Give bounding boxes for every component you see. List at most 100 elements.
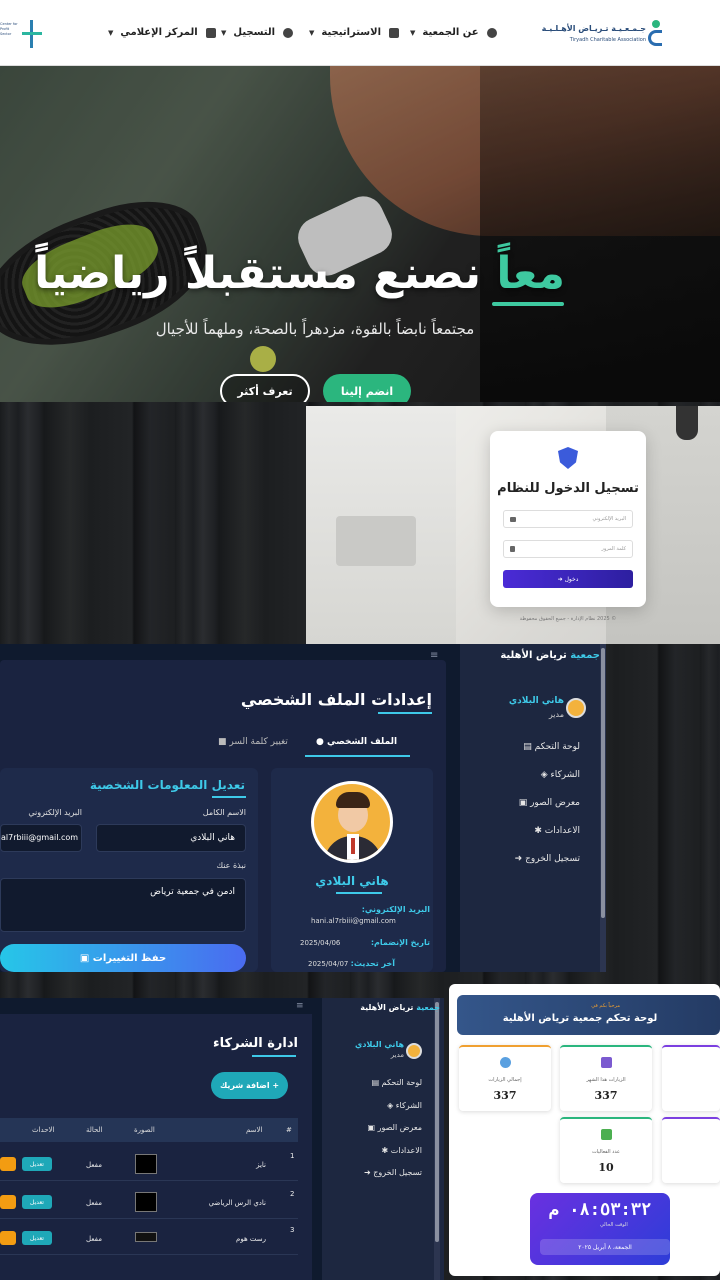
sidebar-item-label: لوحة التحكم: [534, 742, 580, 752]
sidebar-item-partners[interactable]: الشركاء ◈: [330, 1101, 422, 1110]
menu-toggle-icon[interactable]: ≡: [296, 1001, 304, 1011]
gear-icon: ✱: [381, 1146, 389, 1155]
password-field[interactable]: كلمة المرور: [503, 540, 633, 558]
sidebar-brand-rest: ترياض الأهلية: [360, 1003, 414, 1012]
hero-subtitle: مجتمعاً نابضاً بالقوة، مزدهراً بالصحة، و…: [155, 320, 475, 338]
partners-sidebar-avatar: [406, 1043, 422, 1059]
hero-title-rest: نصنع مستقبلاً رياضياً: [34, 248, 482, 299]
sidebar-brand-rest: ترياض الأهلية: [500, 650, 567, 661]
user-plus-icon: [283, 27, 294, 38]
edit-info-card: [0, 768, 258, 972]
edit-button[interactable]: تعديل: [22, 1231, 52, 1245]
stat-card-partial: [662, 1117, 720, 1183]
nav-register[interactable]: ▼ التسجيل: [221, 27, 294, 38]
menu-toggle-icon[interactable]: ≡: [430, 650, 438, 661]
nav-media[interactable]: ▼ المركز الإعلامي: [108, 27, 216, 38]
clock-date: الجمعة، ٨ أبريل ٢٠٢٥: [540, 1239, 670, 1255]
handshake-icon: ◈: [387, 1101, 394, 1110]
login-button-label: دخول: [564, 575, 579, 583]
sidebar-item-label: الشركاء: [395, 1101, 422, 1110]
email-field-label: البريد الإلكتروني: [28, 808, 82, 817]
sidebar-item-dashboard[interactable]: لوحة التحكم ▤: [330, 1078, 422, 1087]
profile-avatar: [311, 781, 393, 863]
row-num: 2: [290, 1190, 295, 1198]
stat-label: عدد الفعاليات: [591, 1149, 621, 1155]
sign-out-icon: ➜: [363, 1168, 371, 1177]
partners-sidebar-user-role: مدير: [390, 1051, 404, 1059]
email-input[interactable]: al7rbiii@gmail.com: [0, 824, 82, 852]
sidebar-item-label: الاعدادات: [390, 1146, 422, 1155]
edit-button[interactable]: تعديل: [22, 1157, 52, 1171]
row-name: رست هوم: [236, 1235, 266, 1243]
login-footer: © 2025 نظام الإدارة - جميع الحقوق محفوظة: [519, 616, 617, 622]
sidebar-item-label: الاعدادات: [544, 826, 580, 836]
sidebar-item-settings[interactable]: الاعدادات ✱: [470, 826, 580, 836]
fullname-input[interactable]: هاني البلادي: [96, 824, 246, 852]
tab-password[interactable]: تغيير كلمة السر ■: [218, 737, 288, 747]
partner-logo: [135, 1154, 157, 1174]
nav-media-label: المركز الإعلامي: [120, 27, 198, 38]
tab-profile[interactable]: الملف الشخصي ●: [316, 737, 397, 747]
save-button-label: حفظ التغييرات: [92, 952, 167, 964]
bio-textarea[interactable]: ادمن في جمعية ترياض: [0, 878, 246, 932]
lock-icon: ■: [218, 737, 227, 747]
page-title: إعدادات الملف الشخصي: [240, 690, 432, 709]
nav-strategy-label: الاستراتيجية: [321, 27, 382, 38]
images-icon: ▣: [518, 798, 528, 808]
hero-title-accent: معاً: [496, 248, 565, 299]
tab-password-label: تغيير كلمة السر: [229, 737, 288, 747]
stat-monthly-visits: الزيارات هذا الشهر 337: [560, 1045, 652, 1111]
sidebar-item-logout[interactable]: تسجيل الخروج ➜: [470, 854, 580, 864]
chart-icon: [601, 1057, 612, 1068]
floppy-icon: ▣: [79, 952, 90, 964]
partners-sidebar-brand: جمعية ترياض الأهلية: [330, 1003, 440, 1012]
stat-value: 337: [594, 1089, 618, 1102]
stat-card-partial: [662, 1045, 720, 1111]
email-field[interactable]: البريد الإلكتروني: [503, 510, 633, 528]
sidebar-item-partners[interactable]: الشركاء ◈: [470, 770, 580, 780]
col-name: الاسم: [246, 1126, 263, 1134]
sidebar-item-gallery[interactable]: معرض الصور ▣: [330, 1123, 422, 1132]
joined-value: 2025/04/06: [300, 939, 341, 947]
hero-overlay: [0, 66, 720, 402]
profile-email-label: البريد الإلكتروني:: [361, 905, 430, 914]
clock-time: ٠٨:٥٣:٣٢ م: [548, 1200, 652, 1220]
nav-strategy[interactable]: ▼ الاستراتيجية: [309, 27, 400, 38]
add-partner-button[interactable]: + اضافة شريك: [211, 1072, 288, 1099]
sidebar-item-dashboard[interactable]: لوحة التحكم ▤: [470, 742, 580, 752]
nav-about[interactable]: ▼ عن الجمعية: [410, 27, 497, 38]
login-title: تسجيل الدخول للنظام: [497, 481, 639, 496]
edit-button[interactable]: تعديل: [22, 1195, 52, 1209]
updated-value: 2025/04/07: [308, 960, 349, 968]
sidebar-scrollbar[interactable]: [600, 644, 606, 972]
sofa-shape: [336, 516, 416, 566]
info-icon: [486, 27, 497, 38]
globe-icon: [500, 1057, 511, 1068]
table-row: 1 نايز مفعل تعديل: [0, 1148, 298, 1181]
password-placeholder: كلمة المرور: [601, 546, 626, 552]
sidebar-item-label: معرض الصور: [530, 798, 580, 808]
delete-button[interactable]: [0, 1195, 16, 1209]
sidebar-item-settings[interactable]: الاعدادات ✱: [330, 1146, 422, 1155]
user-circle-icon: ●: [316, 737, 324, 747]
sidebar-item-logout[interactable]: تسجيل الخروج ➜: [330, 1168, 422, 1177]
learn-more-button[interactable]: تعرف أكثر: [220, 374, 310, 402]
stat-label: إجمالي الزيارات: [488, 1077, 522, 1083]
partners-scrollbar[interactable]: [434, 998, 440, 1280]
partners-title-underline: [252, 1055, 296, 1057]
delete-button[interactable]: [0, 1157, 16, 1171]
top-navbar: جـمـعـيـة تـريـاض الأهـلـيـة Tiryadh Cha…: [0, 0, 720, 66]
tab-profile-label: الملف الشخصي: [327, 737, 398, 747]
sidebar-item-gallery[interactable]: معرض الصور ▣: [470, 798, 580, 808]
profile-name-underline: [336, 892, 382, 894]
clock-label: الوقت الحالي: [600, 1222, 628, 1228]
lamp-shape: [676, 406, 698, 440]
join-button[interactable]: انضم إلينا: [323, 374, 411, 402]
sidebar-item-label: الشركاء: [550, 770, 581, 780]
save-changes-button[interactable]: حفظ التغييرات ▣: [0, 944, 246, 972]
login-button[interactable]: دخول ➜: [503, 570, 633, 588]
bio-label: نبذة عنك: [216, 861, 246, 870]
delete-button[interactable]: [0, 1231, 16, 1245]
sidebar-brand-accent: جمعية: [570, 650, 600, 661]
chart-icon: ▤: [371, 1078, 380, 1087]
